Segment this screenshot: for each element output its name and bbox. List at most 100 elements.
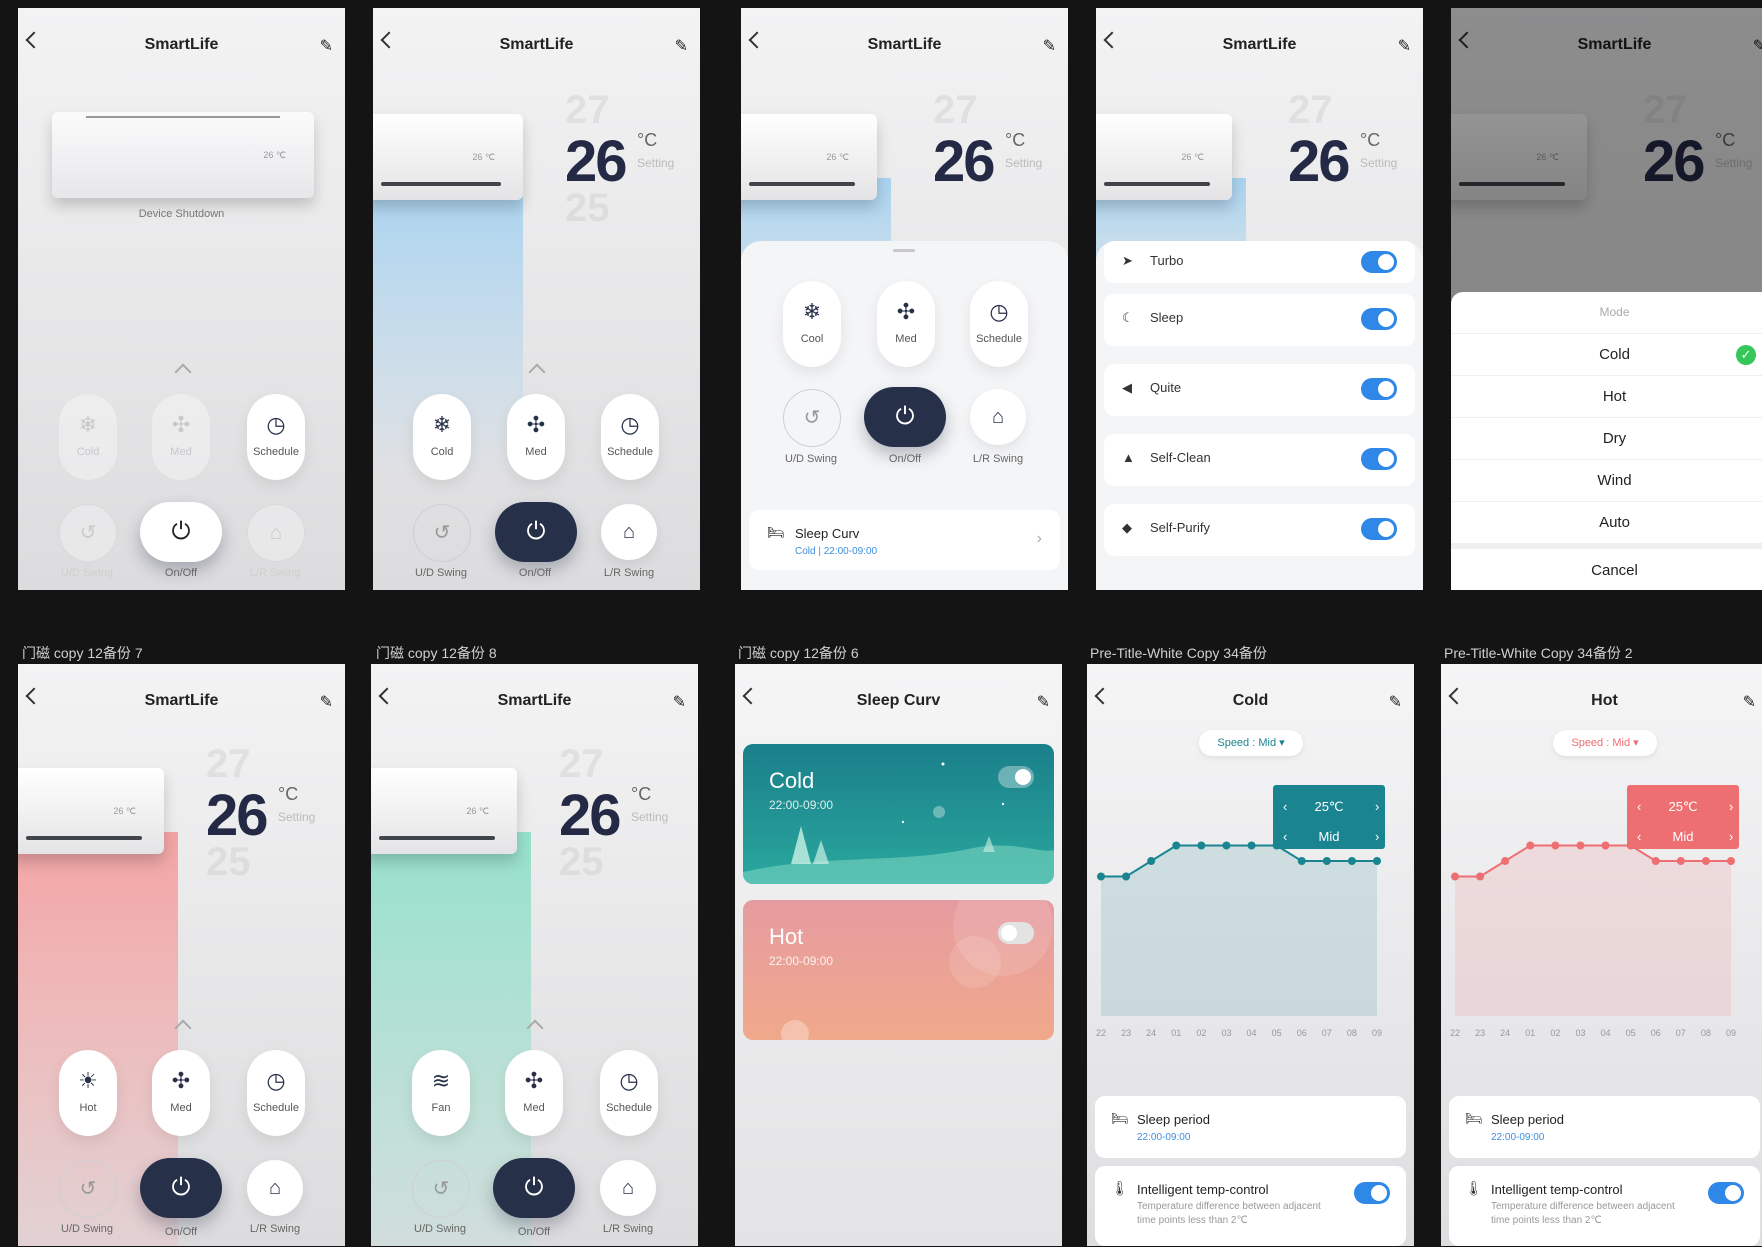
turbo-toggle[interactable] [1361, 251, 1397, 273]
curve-point[interactable] [1476, 872, 1485, 881]
edit-icon[interactable]: ✎ [673, 692, 686, 712]
edit-icon[interactable]: ✎ [1743, 692, 1756, 712]
chevron-right-icon[interactable]: › [1375, 799, 1379, 814]
edit-icon[interactable]: ✎ [320, 692, 333, 712]
mode-cold-button[interactable]: ❄ Cold [59, 394, 117, 480]
curve-point[interactable] [1247, 841, 1256, 850]
mode-hot-button[interactable]: ☀ Hot [59, 1050, 117, 1136]
curve-point[interactable] [1147, 857, 1156, 865]
chevron-right-icon[interactable]: › [1729, 829, 1733, 844]
fan-speed-button[interactable]: ✣ Med [152, 1050, 210, 1136]
curve-point[interactable] [1373, 857, 1381, 865]
edit-icon[interactable]: ✎ [320, 36, 333, 56]
mode-option-wind[interactable]: Wind [1451, 460, 1762, 502]
edit-icon[interactable]: ✎ [1037, 692, 1050, 712]
ud-swing-button[interactable]: ↺ [413, 504, 471, 562]
quite-toggle[interactable] [1361, 378, 1397, 400]
schedule-button[interactable]: ◷ Schedule [970, 281, 1028, 367]
chevron-left-icon[interactable]: ‹ [1637, 799, 1641, 814]
sleep-cold-toggle[interactable] [998, 766, 1034, 788]
schedule-button[interactable]: ◷ Schedule [601, 394, 659, 480]
feature-row-turbo[interactable]: ➤ Turbo [1104, 241, 1415, 283]
lr-swing-button[interactable]: ⌂ [600, 1160, 656, 1216]
power-button[interactable]: ⏻ [140, 1158, 222, 1218]
sleep-toggle[interactable] [1361, 308, 1397, 330]
sleep-period-card[interactable]: 🛏 Sleep period 22:00-09:00 [1449, 1096, 1760, 1158]
sleep-curv-row[interactable]: 🛏 Sleep Curv Cold | 22:00-09:00 › [749, 510, 1060, 570]
curve-point[interactable] [1676, 857, 1685, 865]
ud-swing-button[interactable]: ↺ [59, 504, 117, 562]
sleep-card-cold[interactable]: Cold 22:00-09:00 [743, 744, 1054, 884]
sleep-card-hot[interactable]: Hot 22:00-09:00 [743, 900, 1054, 1040]
feature-row-quite[interactable]: ◀ Quite [1104, 364, 1415, 416]
chevron-left-icon[interactable]: ‹ [1637, 829, 1641, 844]
sleep-period-card[interactable]: 🛏 Sleep period 22:00-09:00 [1095, 1096, 1406, 1158]
point-tooltip[interactable]: 25℃ Mid ‹ ‹ › › [1273, 785, 1385, 849]
lr-swing-button[interactable]: ⌂ [247, 504, 305, 562]
curve-point[interactable] [1197, 841, 1206, 850]
chevron-up-icon[interactable] [174, 363, 192, 381]
self-clean-toggle[interactable] [1361, 448, 1397, 470]
curve-point[interactable] [1347, 857, 1356, 865]
feature-row-sleep[interactable]: ☾ Sleep [1104, 294, 1415, 346]
curve-point[interactable] [1451, 872, 1459, 881]
feature-row-self-clean[interactable]: ▲ Self-Clean [1104, 434, 1415, 486]
thermometer-icon: 🌡 [1111, 1180, 1129, 1196]
fan-speed-button[interactable]: ✣ Med [507, 394, 565, 480]
feature-row-self-purify[interactable]: ◆ Self-Purify [1104, 504, 1415, 556]
mode-option-cold[interactable]: Cold [1451, 334, 1762, 376]
curve-point[interactable] [1601, 841, 1610, 850]
curve-point[interactable] [1526, 841, 1535, 850]
fan-speed-button[interactable]: ✣ Med [152, 394, 210, 480]
schedule-button[interactable]: ◷ Schedule [247, 394, 305, 480]
edit-icon[interactable]: ✎ [1043, 36, 1056, 56]
curve-point[interactable] [1727, 857, 1735, 865]
curve-point[interactable] [1551, 841, 1560, 850]
edit-icon[interactable]: ✎ [1398, 36, 1411, 56]
power-button[interactable]: ⏻ [495, 502, 577, 562]
fan-speed-button[interactable]: ✣ Med [877, 281, 935, 367]
chevron-left-icon[interactable]: ‹ [1283, 829, 1287, 844]
sleep-hot-toggle[interactable] [998, 922, 1034, 944]
curve-point[interactable] [1701, 857, 1710, 865]
curve-point[interactable] [1122, 872, 1131, 881]
mode-cancel-button[interactable]: Cancel [1451, 550, 1762, 590]
intelligent-toggle[interactable] [1708, 1182, 1744, 1204]
mode-option-auto[interactable]: Auto [1451, 502, 1762, 544]
fan-speed-button[interactable]: ✣ Med [505, 1050, 563, 1136]
chevron-left-icon[interactable]: ‹ [1283, 799, 1287, 814]
lr-swing-button[interactable]: ⌂ [601, 504, 657, 560]
schedule-button[interactable]: ◷ Schedule [600, 1050, 658, 1136]
power-button[interactable]: ⏻ [493, 1158, 575, 1218]
chevron-right-icon[interactable]: › [1729, 799, 1733, 814]
edit-icon[interactable]: ✎ [675, 36, 688, 56]
mode-option-dry[interactable]: Dry [1451, 418, 1762, 460]
curve-point[interactable] [1097, 872, 1105, 881]
point-tooltip[interactable]: 25℃ Mid ‹ ‹ › › [1627, 785, 1739, 849]
curve-point[interactable] [1501, 857, 1510, 865]
mode-cold-button[interactable]: ❄ Cold [413, 394, 471, 480]
ud-swing-button[interactable]: ↺ [783, 389, 841, 447]
power-button[interactable]: ⏻ [864, 387, 946, 447]
curve-point[interactable] [1297, 857, 1306, 865]
lr-swing-button[interactable]: ⌂ [970, 389, 1026, 445]
sheet-handle[interactable] [893, 249, 915, 252]
curve-point[interactable] [1222, 841, 1231, 850]
lr-swing-button[interactable]: ⌂ [247, 1160, 303, 1216]
curve-point[interactable] [1322, 857, 1331, 865]
chevron-up-icon[interactable] [528, 363, 546, 381]
self-purify-toggle[interactable] [1361, 518, 1397, 540]
chevron-right-icon[interactable]: › [1375, 829, 1379, 844]
mode-option-hot[interactable]: Hot [1451, 376, 1762, 418]
ud-swing-button[interactable]: ↺ [412, 1160, 470, 1218]
schedule-button[interactable]: ◷ Schedule [247, 1050, 305, 1136]
curve-point[interactable] [1172, 841, 1181, 850]
ud-swing-button[interactable]: ↺ [59, 1160, 117, 1218]
curve-point[interactable] [1576, 841, 1585, 850]
mode-cool-button[interactable]: ❄ Cool [783, 281, 841, 367]
power-button[interactable]: ⏻ [140, 502, 222, 562]
mode-fan-button[interactable]: ≋ Fan [412, 1050, 470, 1136]
curve-point[interactable] [1651, 857, 1660, 865]
edit-icon[interactable]: ✎ [1389, 692, 1402, 712]
intelligent-toggle[interactable] [1354, 1182, 1390, 1204]
